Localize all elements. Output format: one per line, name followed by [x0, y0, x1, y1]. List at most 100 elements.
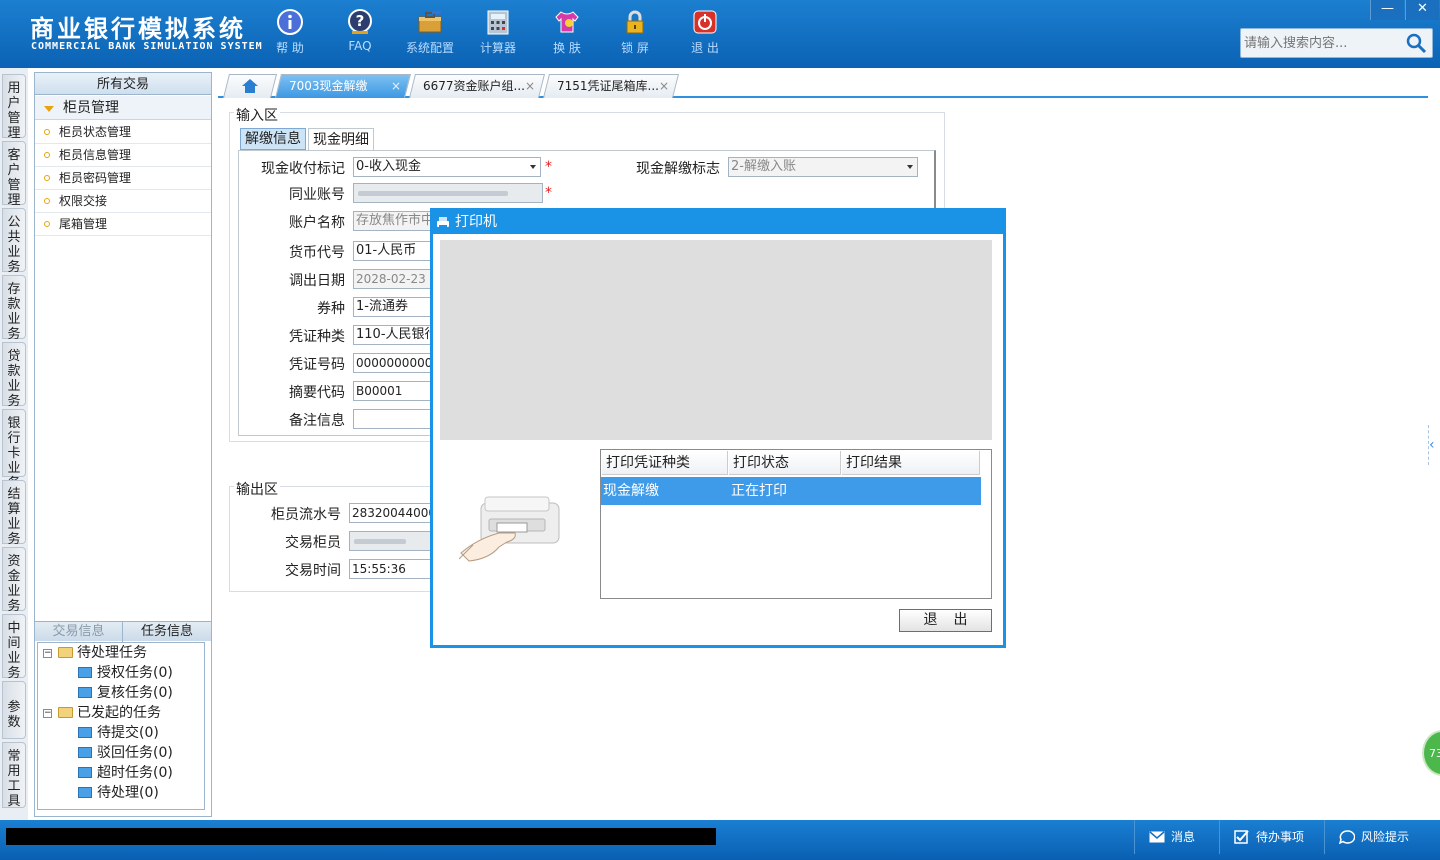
note-type-label: 券种	[317, 301, 345, 317]
tab-task-info[interactable]: 任务信息	[123, 622, 211, 642]
task-icon	[78, 667, 92, 678]
tree-node-to-process[interactable]: 待处理(0)	[78, 783, 159, 803]
required-mark: *	[545, 159, 552, 175]
home-icon	[242, 79, 258, 93]
tab-7151-voucher-box[interactable]: 7151凭证尾箱库... ×	[543, 74, 679, 98]
menu-item-teller-status[interactable]: 柜员状态管理	[35, 121, 211, 144]
search-icon[interactable]	[1404, 32, 1428, 54]
menu-item-permission-handover[interactable]: 权限交接	[35, 190, 211, 213]
todo-button[interactable]: 待办事项	[1219, 820, 1323, 854]
change-skin-button[interactable]: 换 肤	[535, 8, 599, 56]
teller-serial-label: 柜员流水号	[271, 507, 341, 523]
tree-node-label: 待处理(0)	[97, 785, 159, 801]
folder-icon	[58, 647, 73, 658]
close-tab-icon[interactable]: ×	[391, 75, 401, 97]
all-transactions-header[interactable]: 所有交易	[35, 73, 211, 95]
cash-flag-select[interactable]: 0-收入现金	[353, 157, 541, 177]
close-tab-icon[interactable]: ×	[525, 75, 535, 97]
tab-transaction-info[interactable]: 交易信息	[35, 622, 123, 642]
calculator-button[interactable]: 计算器	[466, 8, 530, 56]
collapse-panel-icon[interactable]: ‹	[1428, 425, 1440, 465]
risk-alert-button[interactable]: 风险提示	[1324, 820, 1440, 854]
tree-node-timeout[interactable]: 超时任务(0)	[78, 763, 173, 783]
tree-node-rejected[interactable]: 驳回任务(0)	[78, 743, 173, 763]
menu-item-tail-box[interactable]: 尾箱管理	[35, 213, 211, 236]
messages-button[interactable]: 消息	[1134, 820, 1218, 854]
help-label: 帮 助	[276, 41, 304, 55]
tree-node-label: 待提交(0)	[97, 725, 159, 741]
search-input[interactable]	[1244, 33, 1404, 53]
input-subtabs: 解缴信息 现金明细	[240, 128, 374, 150]
menu-item-teller-info[interactable]: 柜员信息管理	[35, 144, 211, 167]
checkbox-icon	[1234, 830, 1249, 844]
printer-dialog: 打印机 打印凭证种类 打印状态 打印结果 现金解缴 正在打印 退出	[430, 208, 1006, 648]
tab-6677-fund-account[interactable]: 6677资金账户组... ×	[409, 74, 545, 98]
side-tab-bank-card[interactable]: 银行卡业务	[2, 409, 26, 491]
summary-code-field[interactable]: B00001	[353, 381, 431, 401]
redacted-value	[354, 539, 406, 544]
voucher-type-field[interactable]: 110-人民银行	[353, 325, 431, 345]
info-tabs: 交易信息 任务信息	[35, 621, 211, 642]
bullet-icon	[44, 198, 50, 204]
document-tab-bar: 7003现金解缴 × 6677资金账户组... × 7151凭证尾箱库... ×	[218, 72, 1428, 98]
close-button[interactable]: ✕	[1405, 0, 1439, 20]
info-icon	[277, 9, 303, 35]
transaction-panel: 所有交易 柜员管理 柜员状态管理 柜员信息管理 柜员密码管理 权限交接 尾箱管理…	[34, 72, 212, 817]
lock-screen-button[interactable]: 锁 屏	[603, 8, 667, 56]
expand-arrow-icon	[44, 106, 54, 112]
faq-button[interactable]: ? FAQ	[328, 8, 392, 53]
tree-node-label: 已发起的任务	[77, 705, 161, 721]
help-button[interactable]: 帮 助	[258, 8, 322, 56]
question-icon: ?	[348, 9, 372, 34]
side-tab-customer-mgmt[interactable]: 客户管理	[2, 141, 26, 208]
note-type-field[interactable]: 1-流通券	[353, 297, 431, 317]
toolbox-icon	[418, 11, 442, 33]
subtab-cash-detail[interactable]: 现金明细	[308, 128, 374, 150]
side-tab-params[interactable]: 参数	[2, 681, 26, 739]
system-config-button[interactable]: 系统配置	[398, 8, 462, 56]
folder-icon	[58, 707, 73, 718]
table-cell: 正在打印	[729, 477, 841, 505]
collapse-icon[interactable]: −	[43, 709, 52, 718]
tree-node-initiated[interactable]: 已发起的任务	[58, 703, 161, 723]
task-icon	[78, 747, 92, 758]
tree-node-review[interactable]: 复核任务(0)	[78, 683, 173, 703]
menu-item-teller-password[interactable]: 柜员密码管理	[35, 167, 211, 190]
tab-home[interactable]	[223, 74, 277, 98]
menu-group-teller-mgmt[interactable]: 柜员管理	[35, 96, 211, 120]
top-header: 商业银行模拟系统 COMMERCIAL BANK SIMULATION SYST…	[0, 0, 1440, 68]
side-tab-intermediary[interactable]: 中间业务	[2, 614, 26, 681]
messages-label: 消息	[1171, 830, 1196, 844]
close-tab-icon[interactable]: ×	[659, 75, 669, 97]
tree-node-to-submit[interactable]: 待提交(0)	[78, 723, 159, 743]
side-tab-settlement[interactable]: 结算业务	[2, 480, 26, 547]
minimize-button[interactable]: —	[1370, 0, 1404, 20]
exit-button[interactable]: 退出	[899, 609, 992, 632]
voucher-number-label: 凭证号码	[289, 357, 345, 373]
tab-7003-cash-remit[interactable]: 7003现金解缴 ×	[275, 74, 411, 98]
menu-item-label: 柜员状态管理	[59, 125, 132, 139]
interbank-account-field[interactable]	[353, 183, 543, 203]
menu-item-label: 柜员信息管理	[59, 148, 132, 162]
dialog-title: 打印机	[455, 214, 497, 230]
remark-field[interactable]	[353, 409, 431, 429]
side-tab-public-business[interactable]: 公共业务	[2, 208, 26, 275]
voucher-number-field[interactable]: 000000000000	[353, 353, 431, 373]
side-tab-user-mgmt[interactable]: 用户管理	[2, 74, 26, 141]
subtab-remit-info[interactable]: 解缴信息	[240, 128, 306, 150]
collapse-icon[interactable]: −	[43, 649, 52, 658]
side-tab-loan[interactable]: 贷款业务	[2, 342, 26, 409]
currency-code-field[interactable]: 01-人民币	[353, 241, 431, 261]
remit-flag-select[interactable]: 2-解缴入账	[728, 157, 918, 177]
bullet-icon	[44, 175, 50, 181]
side-tab-deposit[interactable]: 存款业务	[2, 275, 26, 342]
transfer-date-label: 调出日期	[289, 273, 345, 289]
exit-app-button[interactable]: 退 出	[673, 8, 737, 56]
todo-label: 待办事项	[1256, 830, 1305, 844]
tree-node-authorize[interactable]: 授权任务(0)	[78, 663, 173, 683]
tree-node-pending[interactable]: 待处理任务	[58, 643, 147, 663]
print-preview-area	[440, 240, 992, 440]
dialog-titlebar[interactable]: 打印机	[433, 211, 1003, 234]
side-tab-funds[interactable]: 资金业务	[2, 547, 26, 614]
side-tab-tools[interactable]: 常用工具	[2, 742, 26, 809]
